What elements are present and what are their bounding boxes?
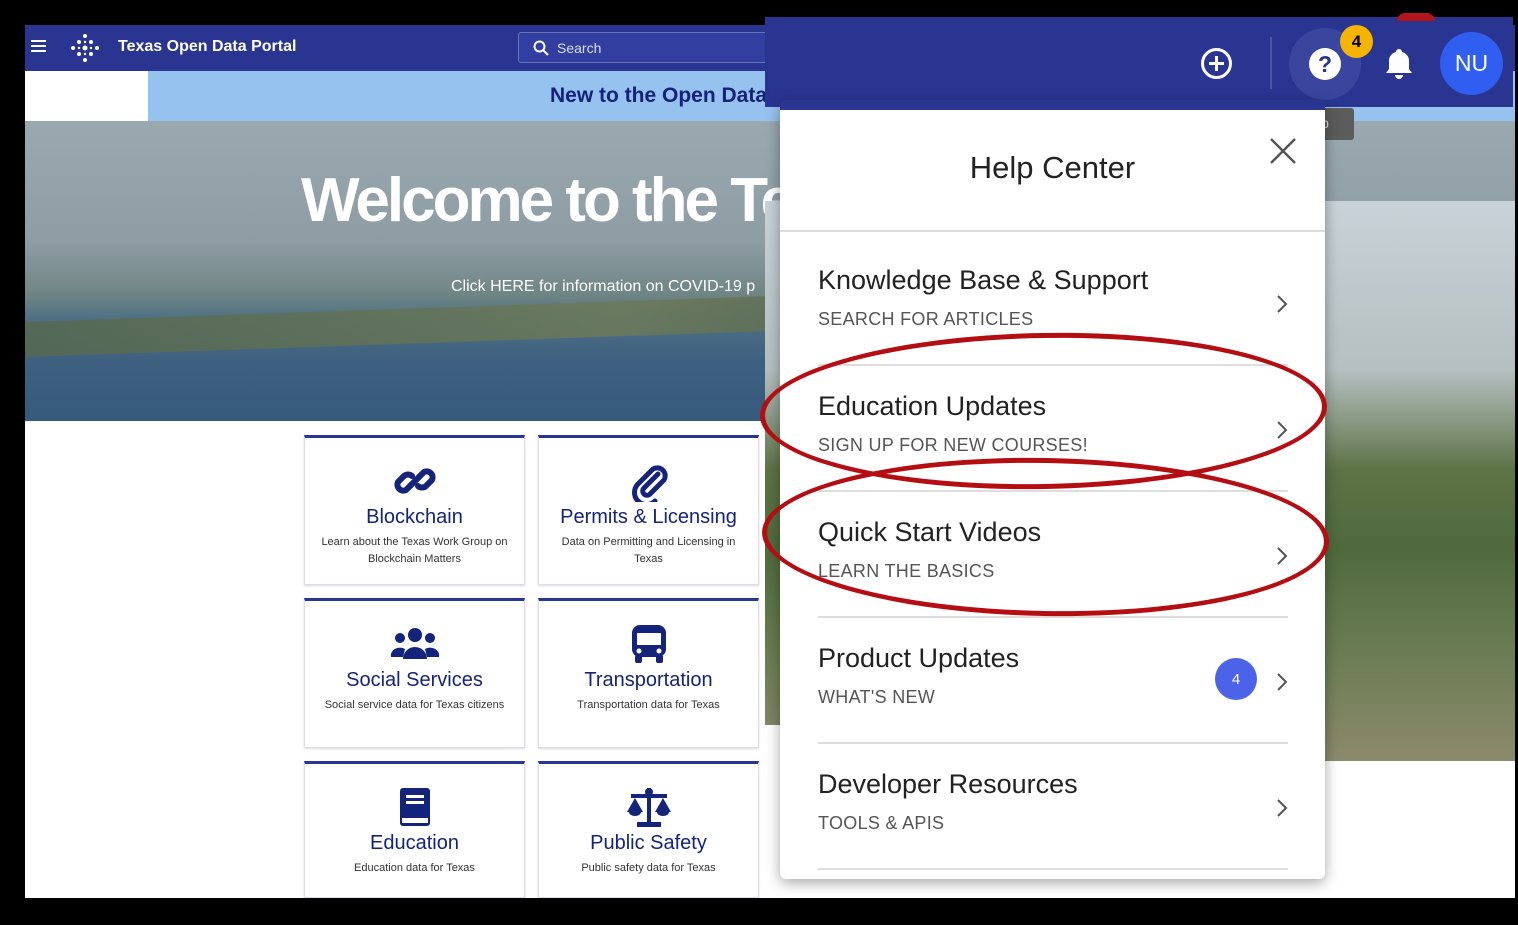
card-description: Transportation data for Texas	[577, 699, 720, 711]
hero-title: Welcome to the Tex	[301, 166, 826, 235]
record-indicator	[1397, 13, 1435, 21]
header-divider	[1270, 37, 1272, 89]
card-title: Permits & Licensing	[560, 506, 737, 528]
help-item-quick-start-videos[interactable]: Quick Start Videos LEARN THE BASICS	[818, 492, 1288, 618]
chevron-right-icon	[1277, 799, 1288, 817]
card-transportation[interactable]: Transportation Transportation data for T…	[538, 598, 759, 748]
chevron-right-icon	[1277, 547, 1288, 565]
card-social-services[interactable]: Social Services Social service data for …	[304, 598, 525, 748]
card-public-safety[interactable]: Public Safety Public safety data for Tex…	[538, 761, 759, 898]
product-updates-count-badge: 4	[1215, 658, 1257, 700]
help-item-subtitle: TOOLS & APIS	[818, 813, 945, 833]
card-title: Transportation	[584, 669, 713, 691]
help-item-subtitle: LEARN THE BASICS	[818, 561, 995, 581]
card-title: Education	[370, 832, 459, 854]
banner-text: New to the Open Data	[550, 84, 768, 107]
help-question-icon: ?	[1309, 48, 1341, 80]
card-description: Social service data for Texas citizens	[324, 699, 505, 711]
help-item-subtitle: SIGN UP FOR NEW COURSES!	[818, 435, 1088, 455]
bus-icon	[631, 625, 666, 663]
book-icon	[399, 788, 430, 826]
card-education[interactable]: Education Education data for Texas	[304, 761, 525, 898]
card-description: Public safety data for Texas	[581, 862, 716, 874]
card-description: Data on Permitting and Licensing in Texa…	[561, 536, 736, 565]
add-circle-icon[interactable]	[1200, 47, 1233, 80]
card-title: Public Safety	[590, 832, 707, 854]
scales-icon	[626, 788, 671, 827]
header-divider-line	[780, 230, 1325, 232]
card-description: Education data for Texas	[354, 862, 475, 874]
help-item-knowledge-base[interactable]: Knowledge Base & Support SEARCH FOR ARTI…	[818, 240, 1288, 366]
covid-info-link[interactable]: Click HERE for information on COVID-19 p	[451, 278, 755, 296]
chevron-right-icon	[1277, 421, 1288, 439]
bell-icon[interactable]	[1385, 47, 1413, 79]
help-item-developer-resources[interactable]: Developer Resources TOOLS & APIS	[818, 744, 1288, 870]
paperclip-icon	[631, 465, 668, 502]
help-item-education-updates[interactable]: Education Updates SIGN UP FOR NEW COURSE…	[818, 366, 1288, 492]
search-placeholder: Search	[557, 39, 602, 56]
help-item-title: Education Updates	[818, 391, 1047, 421]
card-blockchain[interactable]: Blockchain Learn about the Texas Work Gr…	[304, 435, 525, 585]
card-title: Blockchain	[366, 506, 463, 528]
card-permits-licensing[interactable]: Permits & Licensing Data on Permitting a…	[538, 435, 759, 585]
people-icon	[390, 628, 439, 659]
close-icon[interactable]	[1268, 136, 1298, 166]
help-item-subtitle: WHAT'S NEW	[818, 687, 936, 707]
help-item-title: Quick Start Videos	[818, 517, 1042, 547]
card-description: Learn about the Texas Work Group on Bloc…	[321, 536, 508, 565]
search-icon	[533, 40, 549, 56]
user-avatar[interactable]: NU	[1440, 32, 1503, 95]
help-item-product-updates[interactable]: Product Updates WHAT'S NEW 4	[818, 618, 1288, 744]
help-item-subtitle: SEARCH FOR ARTICLES	[818, 309, 1034, 329]
item-divider	[818, 868, 1288, 870]
help-item-title: Knowledge Base & Support	[818, 265, 1149, 295]
hamburger-menu-icon[interactable]	[31, 37, 49, 59]
help-center-title: Help Center	[969, 150, 1136, 185]
link-icon	[393, 468, 436, 494]
chevron-right-icon	[1277, 673, 1288, 691]
chevron-right-icon	[1277, 295, 1288, 313]
help-item-title: Developer Resources	[818, 769, 1078, 799]
site-title[interactable]: Texas Open Data Portal	[118, 38, 296, 56]
card-title: Social Services	[346, 669, 483, 691]
help-center-panel: Help Center Knowledge Base & Support SEA…	[780, 100, 1325, 879]
site-logo-icon[interactable]	[70, 33, 100, 63]
help-notification-badge: 4	[1340, 25, 1373, 58]
svg-text:?: ?	[1318, 51, 1332, 77]
help-item-title: Product Updates	[818, 643, 1020, 673]
